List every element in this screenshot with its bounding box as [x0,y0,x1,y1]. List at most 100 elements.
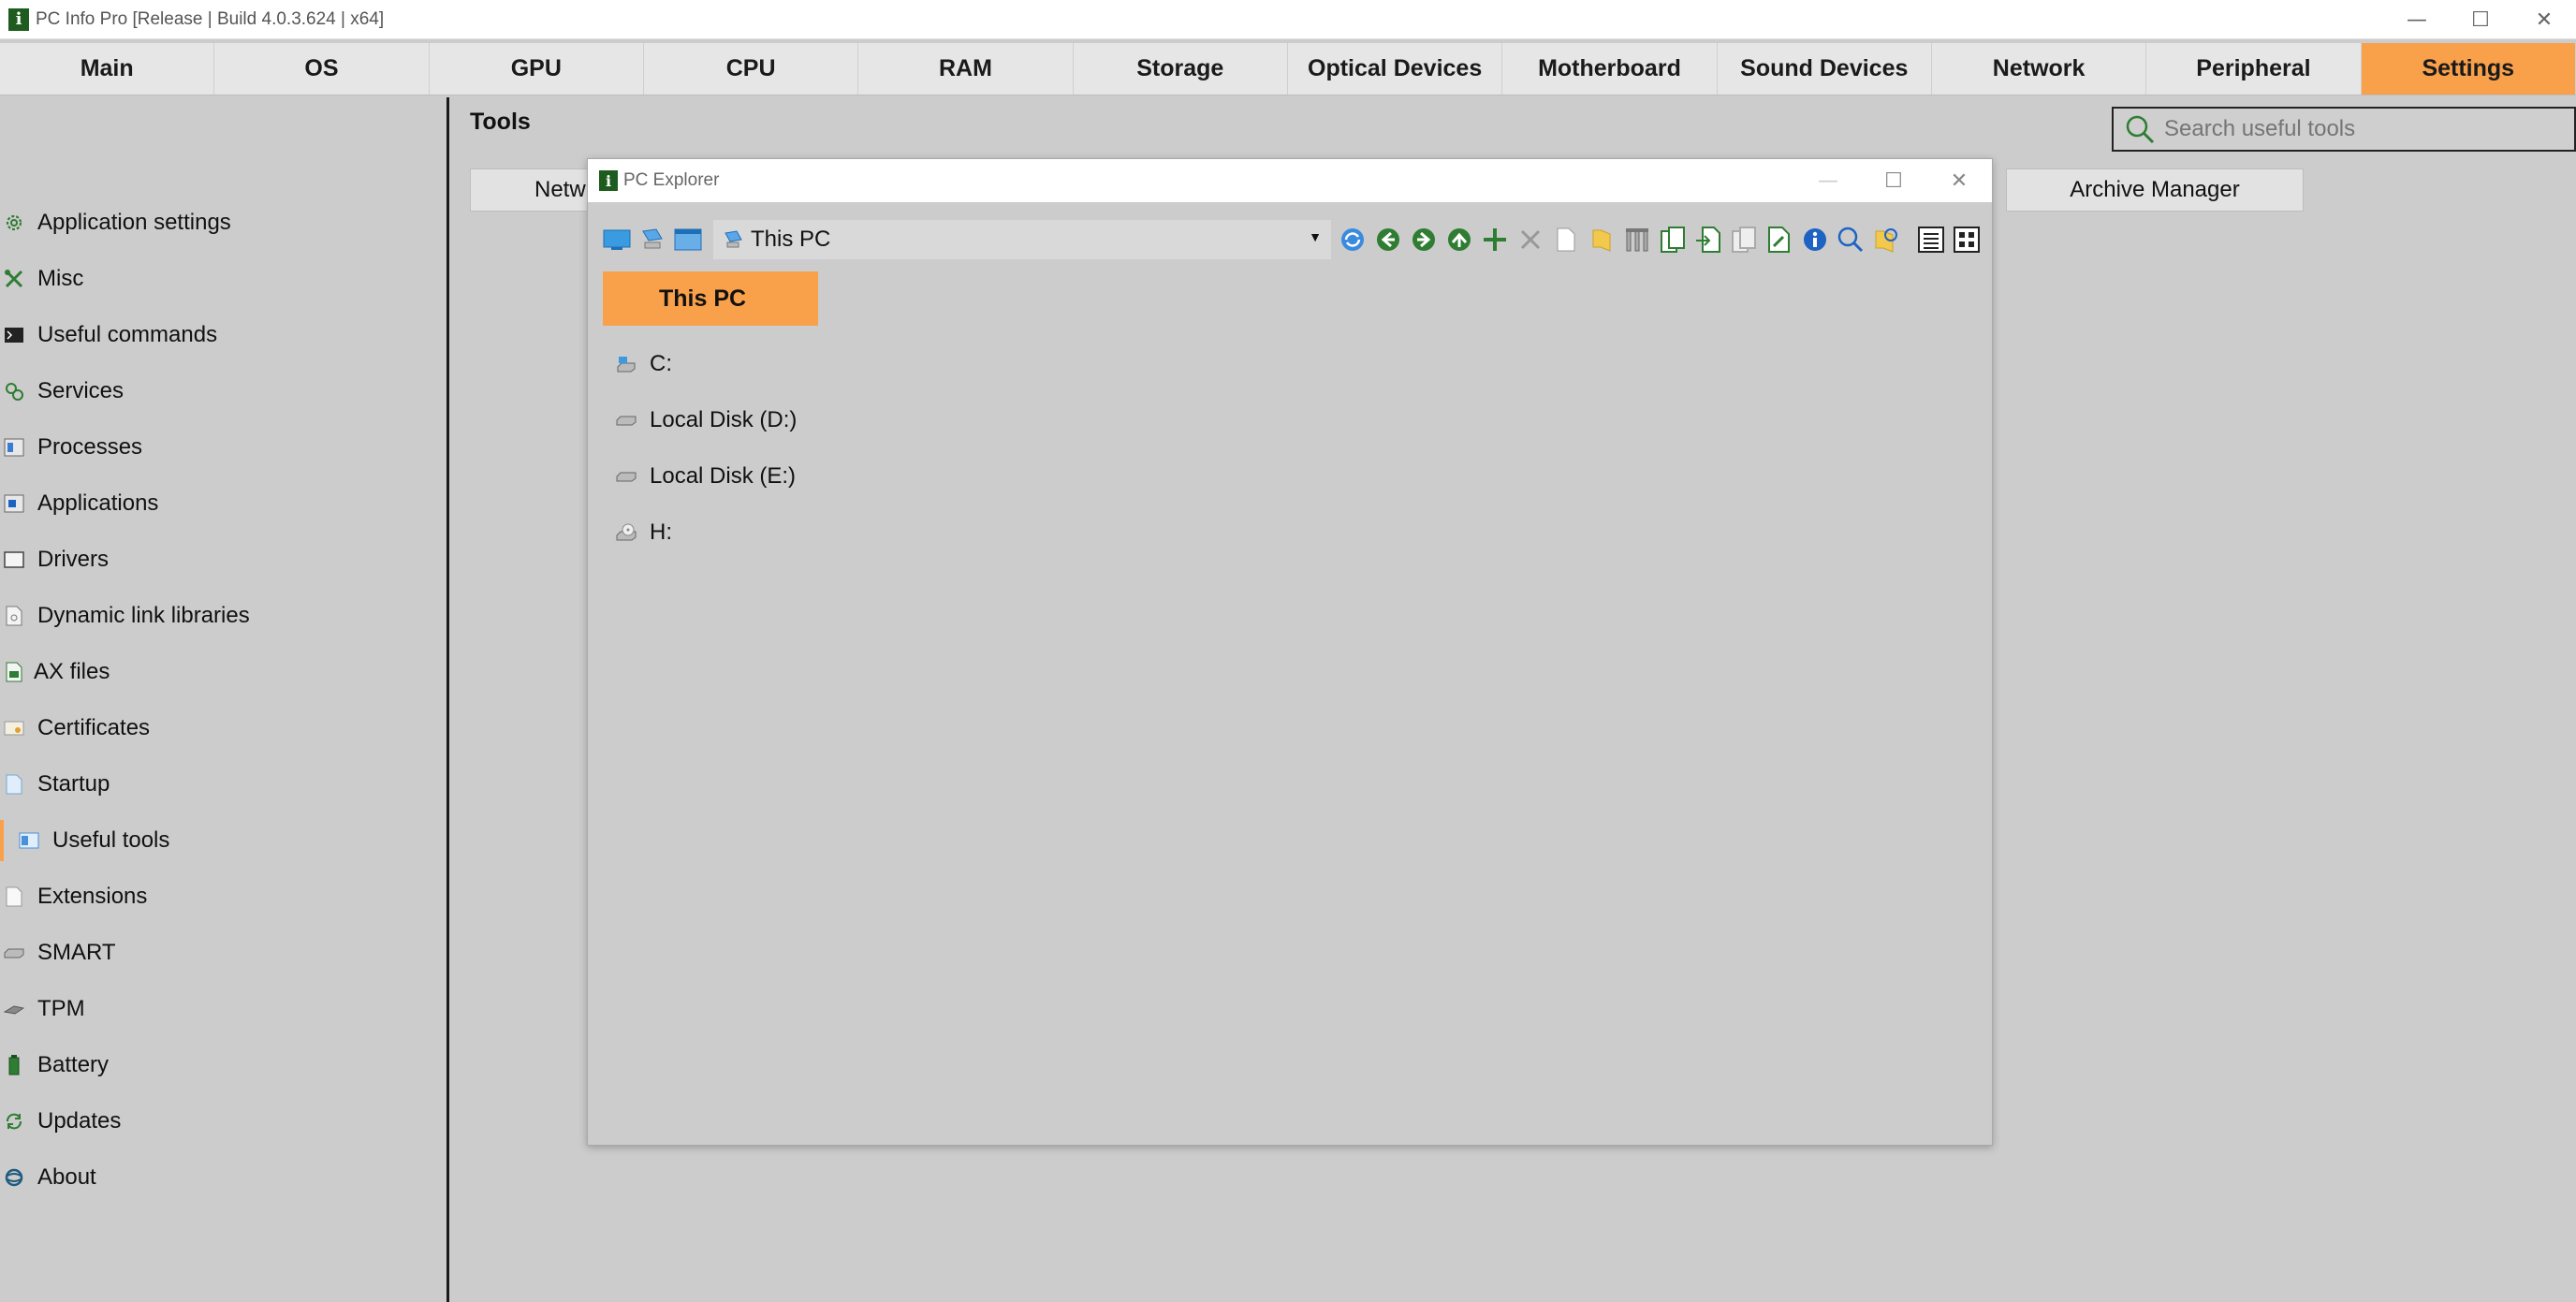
folder-search-icon[interactable] [1870,224,1902,256]
drive-label: Local Disk (E:) [650,463,797,489]
clipboard-icon[interactable] [1728,224,1760,256]
computer-icon[interactable] [601,224,633,256]
explorer-toolbar: This PC ▼ [601,219,1986,260]
sidebar-item-services[interactable]: Services [0,371,440,412]
sidebar-item-drivers[interactable]: Drivers [0,539,440,580]
list-view-icon[interactable] [1915,224,1947,256]
archive-manager-button[interactable]: Archive Manager [2006,168,2304,212]
new-file-icon[interactable] [1550,224,1582,256]
sidebar-item-battery[interactable]: Battery [0,1045,440,1086]
page-title: Tools [470,109,531,135]
filter-icon[interactable] [1621,224,1653,256]
tab-main[interactable]: Main [0,43,215,95]
sidebar-item-applications[interactable]: Applications [0,483,440,524]
back-icon[interactable] [1372,224,1404,256]
extensions-icon [4,886,24,907]
optical-drive-icon [616,523,637,542]
sidebar-item-label: Misc [37,266,84,291]
search-icon [2125,114,2157,144]
drive-item-d[interactable]: Local Disk (D:) [616,400,797,441]
sidebar-item-label: Services [37,378,124,403]
close-button[interactable]: ✕ [2512,0,2576,39]
sidebar-item-label: Certificates [37,715,151,740]
window-title: PC Info Pro [Release | Build 4.0.3.624 |… [36,8,385,29]
info-icon[interactable] [1799,224,1831,256]
sidebar-item-label: TPM [37,996,85,1021]
sidebar-item-extensions[interactable]: Extensions [0,876,440,917]
drive-item-c[interactable]: C: [616,344,672,385]
tab-settings[interactable]: Settings [2361,43,2576,95]
sidebar-item-label: Drivers [37,547,109,572]
ax-file-icon [4,662,24,682]
path-combobox[interactable]: This PC ▼ [713,220,1331,259]
tab-storage[interactable]: Storage [1073,43,1288,95]
refresh-icon[interactable] [1337,224,1368,256]
sidebar-item-label: Applications [37,490,159,516]
applications-icon [4,493,24,514]
sidebar-item-label: Battery [37,1052,110,1077]
tab-gpu[interactable]: GPU [429,43,644,95]
forward-icon[interactable] [1408,224,1440,256]
tpm-icon [4,999,24,1019]
sidebar-item-label: SMART [37,940,116,965]
network-icon[interactable] [637,224,668,256]
sidebar-item-updates[interactable]: Updates [0,1101,440,1142]
sidebar-item-label: AX files [34,659,110,684]
search-icon[interactable] [1835,224,1866,256]
sidebar-item-startup[interactable]: Startup [0,764,440,805]
sidebar-item-ax-files[interactable]: AX files [0,651,440,693]
sidebar-item-label: About [37,1164,96,1190]
network-tool-button[interactable]: Netw [470,168,601,212]
grid-view-icon[interactable] [1951,224,1983,256]
app-title-bar: i PC Info Pro [Release | Build 4.0.3.624… [0,0,2576,39]
edit-icon[interactable] [1764,224,1795,256]
add-icon[interactable] [1479,224,1511,256]
explorer-maximize-button[interactable]: ☐ [1861,159,1926,202]
sidebar-item-certificates[interactable]: Certificates [0,708,440,749]
sidebar-item-application-settings[interactable]: Application settings [0,202,440,243]
up-icon[interactable] [1443,224,1475,256]
window-icon[interactable] [672,224,704,256]
tab-os[interactable]: OS [214,43,430,95]
sidebar-item-about[interactable]: About [0,1157,440,1198]
tab-peripheral[interactable]: Peripheral [2146,43,2362,95]
minimize-icon: — [2407,7,2427,32]
new-folder-icon[interactable] [1586,224,1617,256]
tab-sound-devices[interactable]: Sound Devices [1717,43,1932,95]
tab-optical-devices[interactable]: Optical Devices [1287,43,1503,95]
delete-icon[interactable] [1515,224,1546,256]
sidebar-item-useful-tools[interactable]: Useful tools [0,820,440,861]
sidebar-item-misc[interactable]: Misc [0,258,440,300]
paste-into-icon[interactable] [1692,224,1724,256]
sidebar-item-tpm[interactable]: TPM [0,988,440,1030]
breadcrumb-this-pc[interactable]: This PC [603,271,818,326]
terminal-icon [4,325,24,345]
drivers-icon [4,549,24,570]
drive-item-e[interactable]: Local Disk (E:) [616,456,796,497]
copy-icon[interactable] [1657,224,1689,256]
disk-icon [4,943,24,963]
close-icon: ✕ [1950,168,1969,193]
tab-network[interactable]: Network [1931,43,2147,95]
maximize-button[interactable]: ☐ [2449,0,2512,39]
explorer-close-button[interactable]: ✕ [1926,159,1992,202]
disk-drive-icon [616,414,637,427]
tab-motherboard[interactable]: Motherboard [1502,43,1718,95]
tab-ram[interactable]: RAM [858,43,1074,95]
this-pc-icon [723,230,743,249]
about-icon [4,1167,24,1188]
sidebar-item-dynamic-link-libraries[interactable]: Dynamic link libraries [0,595,440,636]
tab-cpu[interactable]: CPU [643,43,859,95]
sidebar-item-smart[interactable]: SMART [0,932,440,973]
dll-icon [4,606,24,626]
sidebar-item-label: Useful commands [37,322,218,347]
sidebar-item-useful-commands[interactable]: Useful commands [0,315,440,356]
close-icon: ✕ [2535,7,2554,32]
search-input[interactable] [2164,116,2557,142]
explorer-minimize-button[interactable]: — [1795,159,1861,202]
minimize-button[interactable]: — [2385,0,2449,39]
search-box [2112,107,2576,152]
sidebar-item-processes[interactable]: Processes [0,427,440,468]
drive-item-h[interactable]: H: [616,512,672,553]
explorer-logo-icon: i [599,170,618,191]
